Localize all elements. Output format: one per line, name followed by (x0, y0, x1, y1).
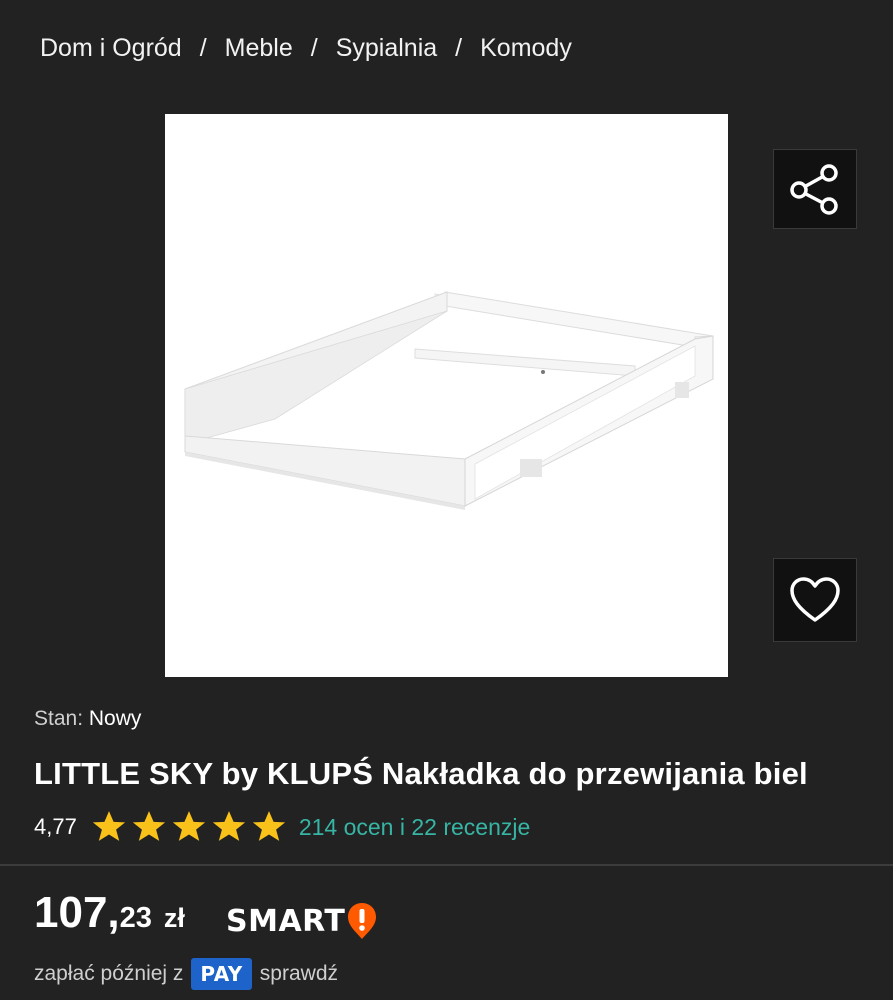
breadcrumb: Dom i Ogród / Meble / Sypialnia / Komody (40, 34, 572, 63)
check-link[interactable]: sprawdź (260, 962, 338, 986)
reviews-link[interactable]: 214 ocen i 22 recenzje (299, 814, 530, 841)
exclamation-shield-icon (348, 903, 377, 939)
share-button[interactable] (773, 149, 857, 229)
breadcrumb-item-dom-i-ogrod[interactable]: Dom i Ogród (40, 34, 182, 63)
pay-badge: PAY (191, 958, 252, 990)
breadcrumb-item-komody[interactable]: Komody (480, 34, 572, 63)
product-title: LITTLE SKY by KLUPŚ Nakładka do przewija… (34, 756, 808, 791)
pay-later-row: zapłać później z PAY sprawdź (34, 958, 338, 990)
price-main: 107, (34, 888, 120, 937)
breadcrumb-separator: / (310, 34, 318, 62)
price: 107, 23 zł (34, 888, 185, 938)
rating-stars (91, 810, 287, 844)
divider (0, 864, 893, 866)
price-currency: zł (163, 903, 185, 933)
share-icon (790, 164, 838, 215)
breadcrumb-separator: / (199, 34, 207, 62)
condition-label: Stan: (34, 707, 84, 730)
product-image[interactable] (165, 114, 728, 677)
star-icon (252, 811, 285, 841)
smart-badge[interactable]: SMART (226, 902, 377, 940)
product-condition: Stan: Nowy (34, 707, 141, 731)
favorite-button[interactable] (773, 558, 857, 642)
changing-tray-illustration (184, 291, 714, 510)
price-cents: 23 (119, 902, 152, 934)
heart-icon (790, 577, 840, 622)
rating-row: 4,77 214 ocen i 22 recenzje (34, 810, 530, 844)
star-icon (132, 811, 165, 841)
smart-badge-text: SMART (226, 903, 346, 939)
breadcrumb-item-meble[interactable]: Meble (225, 34, 293, 63)
breadcrumb-item-sypialnia[interactable]: Sypialnia (336, 34, 437, 63)
breadcrumb-separator: / (455, 34, 463, 62)
pay-later-text: zapłać później z (34, 962, 184, 985)
star-icon (212, 811, 245, 841)
star-icon (172, 811, 205, 841)
condition-value: Nowy (88, 707, 142, 730)
rating-score: 4,77 (34, 814, 77, 839)
star-icon (92, 811, 125, 841)
